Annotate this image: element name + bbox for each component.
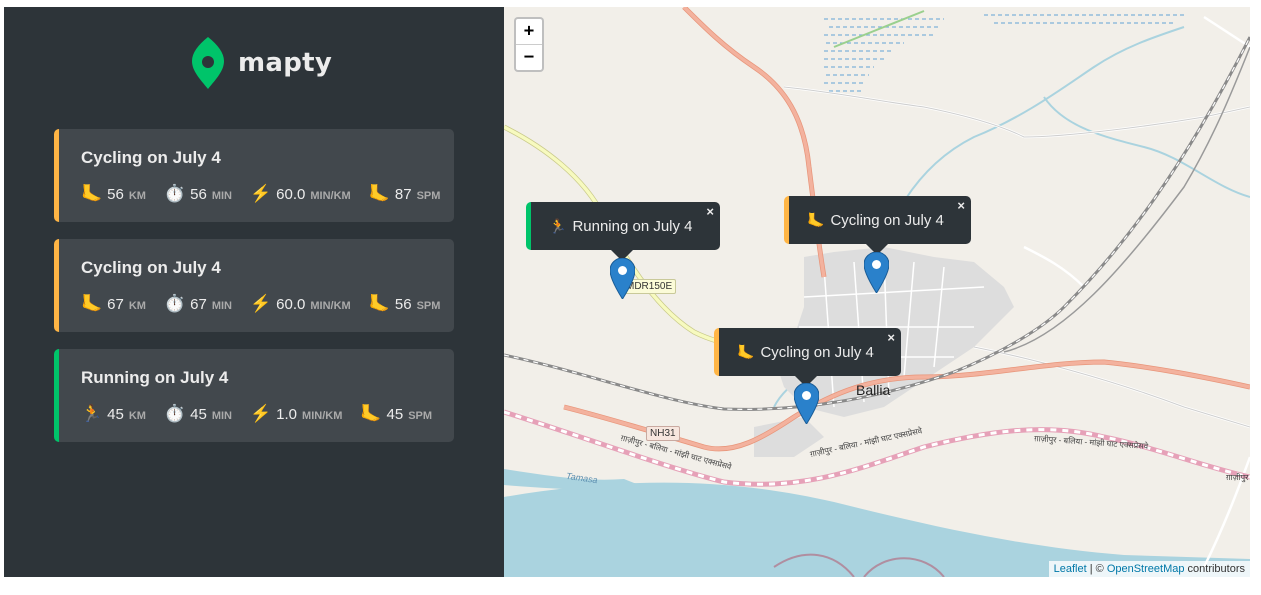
workout-pace: ⚡️ 60.0 min/km [250,294,351,314]
workout-duration: ⏱️ 56 min [164,184,232,204]
logo-text: mapty [238,48,333,78]
workout-card[interactable]: Cycling on July 4 🦶 67 km ⏱️ 67 min ⚡️ 6… [54,239,454,332]
logo: mapty [190,37,332,89]
lightning-icon: ⚡️ [250,294,272,313]
pace-value: 60.0 [276,186,306,203]
workout-cadence: 🦶 87 spm [369,184,441,204]
workout-title: Running on July 4 [81,368,229,387]
duration-unit: min [211,410,232,422]
popup-label: Cycling on July 4 [830,211,944,229]
workout-pace: ⚡️ 1.0 min/km [250,404,342,424]
workout-card[interactable]: Running on July 4 🏃 45 km ⏱️ 45 min ⚡️ 1… [54,349,454,442]
workout-popup[interactable]: 🦶 Cycling on July 4 × [784,196,971,244]
popup-close-button[interactable]: × [706,204,714,219]
distance-unit: km [128,300,146,312]
workout-card[interactable]: Cycling on July 4 🦶 56 km ⏱️ 56 min ⚡️ 6… [54,129,454,222]
foot-icon: 🦶 [368,294,390,313]
workout-pace: ⚡️ 60.0 min/km [250,184,351,204]
map-pin-logo-icon [192,37,224,89]
osm-link[interactable]: OpenStreetMap [1107,563,1185,575]
workout-distance: 🦶 67 km [81,294,146,314]
leaflet-link[interactable]: Leaflet [1054,563,1087,575]
stopwatch-icon: ⏱️ [163,404,186,423]
cadence-value: 87 [394,186,412,203]
distance-value: 56 [107,186,124,203]
duration-value: 45 [190,406,207,423]
workout-cadence: 🦶 56 spm [369,294,441,314]
runner-icon: 🏃 [549,217,567,234]
workout-details: 🏃 45 km ⏱️ 45 min ⚡️ 1.0 min/km 🦶 45 spm [81,404,450,424]
road-label-nh: NH31 [646,426,680,441]
distance-unit: km [128,410,146,422]
pace-unit: min/km [302,410,343,422]
popup-close-button[interactable]: × [957,198,965,213]
distance-unit: km [128,190,146,202]
foot-icon: 🦶 [81,184,103,203]
workout-popup[interactable]: 🦶 Cycling on July 4 × [714,328,901,376]
map[interactable]: + − MDR150E NH31 Ballia Tamasa ग़ाज़ीपुर… [504,7,1250,577]
workout-title: Cycling on July 4 [81,258,221,277]
distance-value: 67 [107,296,124,313]
workout-details: 🦶 56 km ⏱️ 56 min ⚡️ 60.0 min/km 🦶 87 sp… [81,184,458,204]
pace-unit: min/km [310,190,351,202]
cadence-unit: spm [408,410,433,422]
lightning-icon: ⚡️ [250,184,272,203]
cadence-unit: spm [416,300,441,312]
stopwatch-icon: ⏱️ [163,294,186,313]
workout-popup[interactable]: 🏃 Running on July 4 × [526,202,720,250]
zoom-in-button[interactable]: + [516,19,542,45]
foot-icon: 🦶 [807,211,825,228]
sidebar: mapty Cycling on July 4 🦶 56 km ⏱️ 56 mi… [4,7,504,577]
pace-value: 60.0 [276,296,306,313]
foot-icon: 🦶 [737,343,755,360]
duration-unit: min [211,190,232,202]
attribution-suffix: contributors [1184,563,1245,575]
duration-unit: min [211,300,232,312]
zoom-control: + − [514,17,544,72]
foot-icon: 🦶 [368,184,390,203]
popup-label: Cycling on July 4 [760,343,874,361]
pace-value: 1.0 [276,406,298,423]
workout-duration: ⏱️ 45 min [164,404,232,424]
runner-icon: 🏃 [81,404,103,423]
pace-unit: min/km [310,300,351,312]
workout-duration: ⏱️ 67 min [164,294,232,314]
city-label: Ballia [856,382,891,398]
attribution-separator: | © [1086,563,1107,575]
expressway-label: ग़ाज़ीपुर [1226,473,1249,482]
popup-close-button[interactable]: × [887,330,895,345]
stopwatch-icon: ⏱️ [163,184,186,203]
workout-distance: 🏃 45 km [81,404,146,424]
lightning-icon: ⚡️ [250,404,272,423]
cadence-value: 45 [386,406,404,423]
workout-title: Cycling on July 4 [81,148,221,167]
foot-icon: 🦶 [360,404,382,423]
map-marker-icon[interactable] [864,252,889,293]
workout-cadence: 🦶 45 spm [360,404,432,424]
map-attribution: Leaflet | © OpenStreetMap contributors [1048,561,1250,577]
distance-value: 45 [107,406,124,423]
workout-details: 🦶 67 km ⏱️ 67 min ⚡️ 60.0 min/km 🦶 56 sp… [81,294,458,314]
cadence-value: 56 [394,296,412,313]
duration-value: 67 [190,296,207,313]
cadence-unit: spm [416,190,441,202]
duration-value: 56 [190,186,207,203]
map-marker-icon[interactable] [794,383,819,424]
map-marker-icon[interactable] [610,258,635,299]
foot-icon: 🦶 [81,294,103,313]
popup-label: Running on July 4 [572,217,693,235]
workout-distance: 🦶 56 km [81,184,146,204]
zoom-out-button[interactable]: − [516,45,542,70]
